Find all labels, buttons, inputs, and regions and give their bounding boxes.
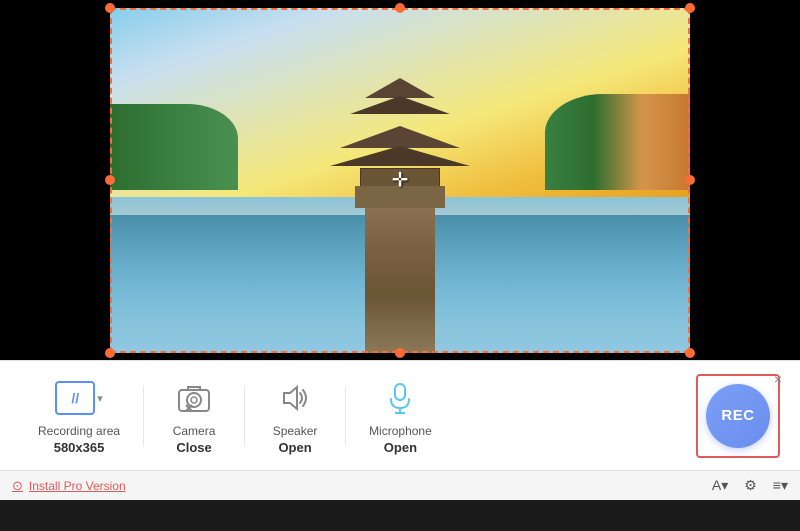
camera-icon (173, 377, 215, 419)
camera-icon-container (172, 376, 216, 420)
handle-mid-left[interactable] (105, 175, 115, 185)
handle-bottom-left[interactable] (105, 348, 115, 358)
install-pro-link[interactable]: ⊙ Install Pro Version (12, 478, 126, 494)
camera-label: Camera (173, 424, 216, 438)
move-icon: ✛ (392, 168, 409, 193)
divider-1 (143, 386, 144, 446)
microphone-label: Microphone (369, 424, 432, 438)
speaker-icon-container (273, 376, 317, 420)
toolbar-items-group: ▾ Recording area 580x365 (20, 368, 696, 463)
download-icon: ⊙ (12, 478, 23, 494)
bridge (365, 208, 435, 353)
divider-2 (244, 386, 245, 446)
speaker-item[interactable]: Speaker Open (250, 368, 340, 463)
rec-button[interactable]: REC (706, 384, 770, 448)
camera-status: Close (176, 440, 211, 455)
speaker-status: Open (278, 440, 311, 455)
handle-bottom-right[interactable] (685, 348, 695, 358)
handle-mid-right[interactable] (685, 175, 695, 185)
rec-area-row: ▾ (55, 381, 103, 415)
trees-left (110, 104, 238, 190)
microphone-icon (379, 377, 421, 419)
recording-area-size: 580x365 (54, 440, 105, 455)
microphone-icon-container (378, 376, 422, 420)
settings-icon[interactable]: ⚙ (744, 477, 757, 494)
microphone-item[interactable]: Microphone Open (351, 368, 450, 463)
recording-area-icon (55, 381, 95, 415)
speaker-label: Speaker (273, 424, 318, 438)
dropdown-arrow-icon: ▾ (97, 392, 103, 405)
recording-area-label: Recording area (38, 424, 120, 438)
menu-icon[interactable]: ≡▾ (773, 477, 788, 494)
trees-right (545, 94, 690, 191)
rec-label: REC (721, 407, 754, 424)
toolbar: × ▾ Recording area 580x365 (0, 360, 800, 470)
handle-top-left[interactable] (105, 3, 115, 13)
microphone-status: Open (384, 440, 417, 455)
close-button[interactable]: × (768, 369, 788, 389)
handle-top-mid[interactable] (395, 3, 405, 13)
canvas-area: ✛ (0, 0, 800, 360)
handle-top-right[interactable] (685, 3, 695, 13)
handle-bottom-mid[interactable] (395, 348, 405, 358)
recording-area-icon-container: ▾ (57, 376, 101, 420)
text-icon[interactable]: A▾ (712, 477, 728, 494)
recording-area-item[interactable]: ▾ Recording area 580x365 (20, 368, 138, 463)
camera-item[interactable]: Camera Close (149, 368, 239, 463)
speaker-icon (274, 377, 316, 419)
status-bar-right: A▾ ⚙ ≡▾ (712, 477, 788, 494)
capture-region[interactable]: ✛ (110, 8, 690, 353)
status-bar: ⊙ Install Pro Version A▾ ⚙ ≡▾ (0, 470, 800, 500)
install-pro-label: Install Pro Version (29, 479, 126, 493)
divider-3 (345, 386, 346, 446)
